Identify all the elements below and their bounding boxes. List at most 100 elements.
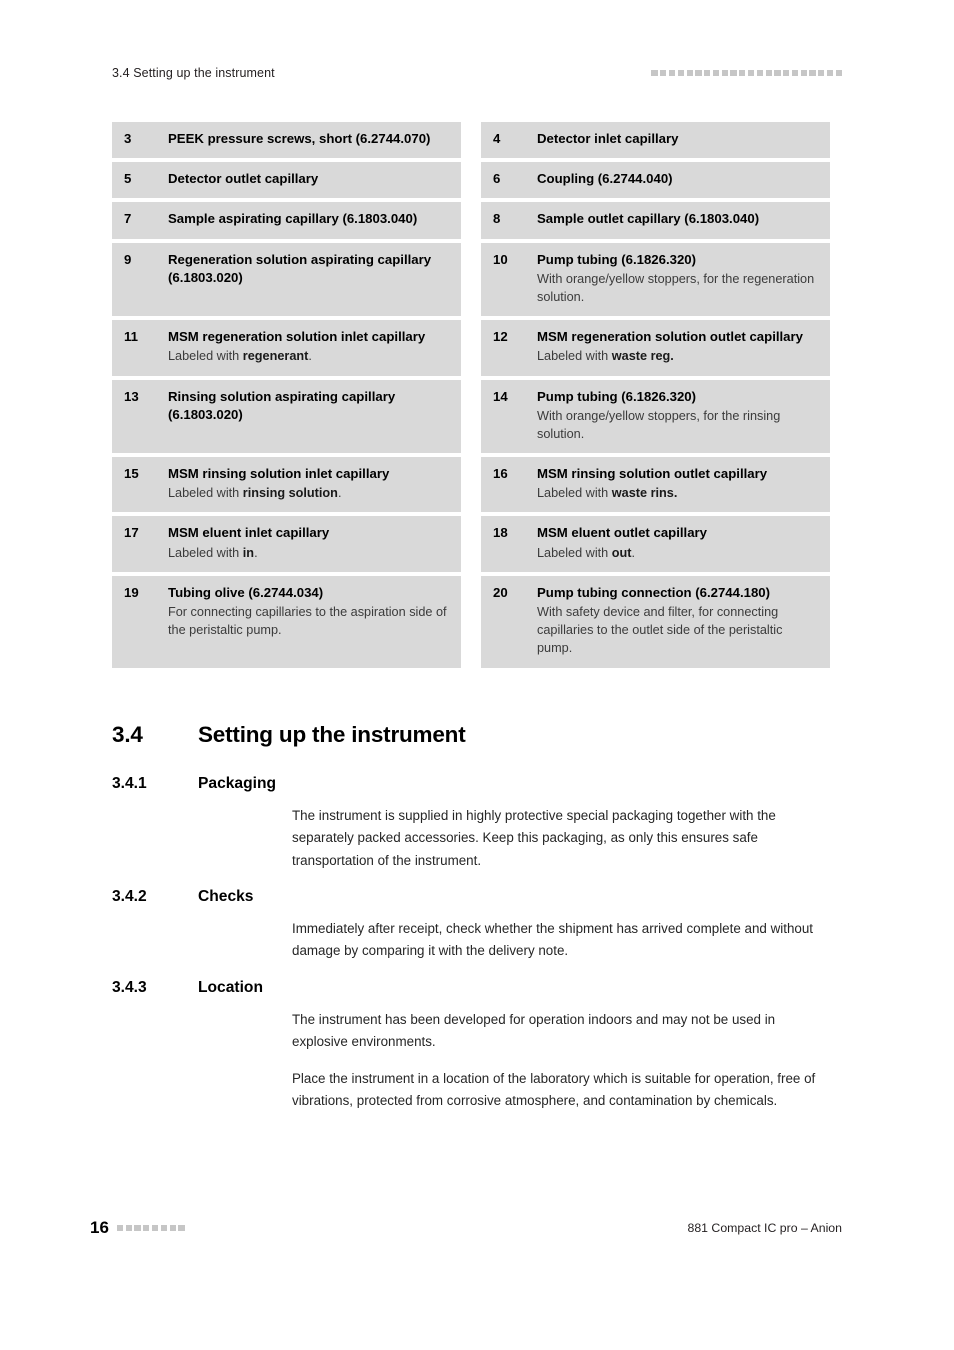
decoration-square [783,69,790,77]
part-number: 20 [493,584,508,600]
part-title: MSM rinsing solution outlet capillary [537,466,768,482]
decoration-square [827,69,834,77]
part-number: 3 [124,131,132,146]
page-footer: 16 881 Compact IC pro – Anion [90,1216,842,1240]
part-body: Sample aspirating capillary (6.1803.040) [168,210,447,228]
decoration-square [695,69,702,77]
part-title: MSM regeneration solution outlet capilla… [537,329,803,345]
part-title: Coupling (6.2744.040) [537,171,673,187]
part-title: PEEK pressure screws, short (6.2744.070) [168,131,431,146]
part-title: Pump tubing (6.1826.320) [537,251,697,267]
section-setting-up-the-instrument: 3.4 Setting up the instrument [112,722,830,748]
table-row: 17 MSM eluent inlet capillary Labeled with… [112,516,830,572]
location-paragraph-2: Place the instrument in a location of th… [292,1070,816,1108]
footer-document-title: 881 Compact IC pro – Anion [687,1221,843,1235]
part-body: Sample outlet capillary (6.1803.040) [537,210,816,228]
section-checks: 3.4.2 Checks Immediately after receipt, … [112,888,830,963]
part-body: Pump tubing connection (6.2744.180) With … [537,584,816,658]
part-title: MSM regeneration solution inlet capillar… [168,329,426,345]
decoration-square [116,1224,124,1232]
parts-cell: 17 MSM eluent inlet capillary Labeled with… [112,516,461,572]
parts-cell: 6 Coupling (6.2744.040) [481,162,830,199]
decoration-square [152,1224,159,1232]
parts-cell: 11 MSM regeneration solution inlet capill… [112,320,461,376]
table-row: 11 MSM regeneration solution inlet capill… [112,320,830,376]
decoration-square [668,69,676,77]
decoration-square [125,1224,132,1232]
decoration-square [660,69,667,77]
parts-cell: 16 MSM rinsing solution outlet capillary L… [481,457,830,513]
part-title: Tubing olive (6.2744.034) [168,584,324,600]
decoration-square [651,69,658,77]
part-body: Regeneration solution aspirating capilla… [168,251,447,307]
part-number: 11 [124,329,138,345]
part-description: With orange/yellow stoppers, for the rin… [537,408,781,441]
parts-cell: 19 Tubing olive (6.2744.034) For connectin… [112,575,461,668]
heading-3-4-3-number: 3.4.3 [112,979,147,996]
part-body: Pump tubing (6.1826.320) With orange/yell… [537,388,816,444]
part-title: Regeneration solution aspirating capilla… [168,251,432,285]
part-number: 15 [124,466,139,482]
parts-cell: 14 Pump tubing (6.1826.320) With orange/ye… [481,379,830,454]
table-row: 3 PEEK pressure screws, short (6.2744.070… [112,122,830,159]
part-number: 18 [493,525,508,541]
parts-cell: 10 Pump tubing (6.1826.320) With orange/ye… [481,242,830,317]
decoration-square [686,69,693,77]
decoration-square [730,69,737,77]
parts-cell: 13 Rinsing solution aspirating capillary … [112,379,461,454]
part-title: MSM eluent outlet capillary [537,525,708,541]
decoration-square [791,69,799,77]
part-number: 8 [493,211,501,227]
part-title: Detector outlet capillary [168,171,319,187]
heading-3-4-3: 3.4.3 Location [112,979,830,997]
decoration-square [712,69,720,77]
parts-cell: 9 Regeneration solution aspirating capill… [112,242,461,317]
parts-cell: 15 MSM rinsing solution inlet capillary La… [112,457,461,513]
table-row: 7 Sample aspirating capillary (6.1803.040… [112,202,830,239]
parts-cell: 12 MSM regeneration solution outlet capil… [481,320,830,376]
decoration-square [677,69,684,77]
decoration-square [774,69,781,77]
heading-3-4: 3.4 Setting up the instrument [112,722,830,748]
part-number: 16 [493,466,508,482]
heading-3-4-2: 3.4.2 Checks [112,888,830,906]
part-title: Rinsing solution aspirating capillary (6… [168,388,396,422]
part-body: MSM regeneration solution outlet capilla… [537,328,816,365]
heading-3-4-2-title: Checks [198,888,254,905]
part-number: 5 [124,171,132,187]
footer-left-group: 16 [90,1218,185,1238]
page-number: 16 [90,1218,109,1237]
part-title: Sample aspirating capillary (6.1803.040) [168,211,418,227]
part-title: MSM eluent inlet capillary [168,525,330,541]
table-row: 9 Regeneration solution aspirating capill… [112,242,830,317]
part-number: 12 [493,329,508,345]
parts-cell: 5 Detector outlet capillary [112,162,461,199]
part-description: Labeled with waste rins. [537,486,678,501]
part-title: Pump tubing connection (6.2744.180) [537,584,771,600]
heading-3-4-2-number: 3.4.2 [112,888,147,905]
part-body: PEEK pressure screws, short (6.2744.070) [168,130,447,148]
packaging-paragraph-1: The instrument is supplied in highly pro… [292,808,776,868]
running-header-title: 3.4 Setting up the instrument [112,66,275,80]
decoration-square [756,69,763,77]
part-number: 4 [493,131,501,146]
section-packaging: 3.4.1 Packaging The instrument is suppli… [112,775,830,872]
parts-cell: 3 PEEK pressure screws, short (6.2744.070… [112,122,461,159]
heading-3-4-1-number: 3.4.1 [112,775,147,792]
parts-cell: 8 Sample outlet capillary (6.1803.040) [481,202,830,239]
part-description: With orange/yellow stoppers, for the reg… [537,271,815,305]
decoration-square [169,1224,176,1232]
part-body: Pump tubing (6.1826.320) With orange/yell… [537,251,816,307]
heading-3-4-number: 3.4 [112,722,143,747]
part-description: With safety device and filter, for conne… [537,605,783,656]
heading-3-4-1: 3.4.1 Packaging [112,775,830,793]
section-location: 3.4.3 Location The instrument has been d… [112,979,830,1112]
part-title: Detector inlet capillary [537,131,679,146]
part-body: MSM eluent outlet capillary Labeled with … [537,524,816,561]
decoration-square [739,69,746,77]
decoration-square [800,69,807,77]
part-description: For connecting capillaries to the aspira… [168,605,447,638]
part-number: 7 [124,211,132,227]
part-description: Labeled with rinsing solution. [168,486,342,501]
part-number: 10 [493,251,508,267]
